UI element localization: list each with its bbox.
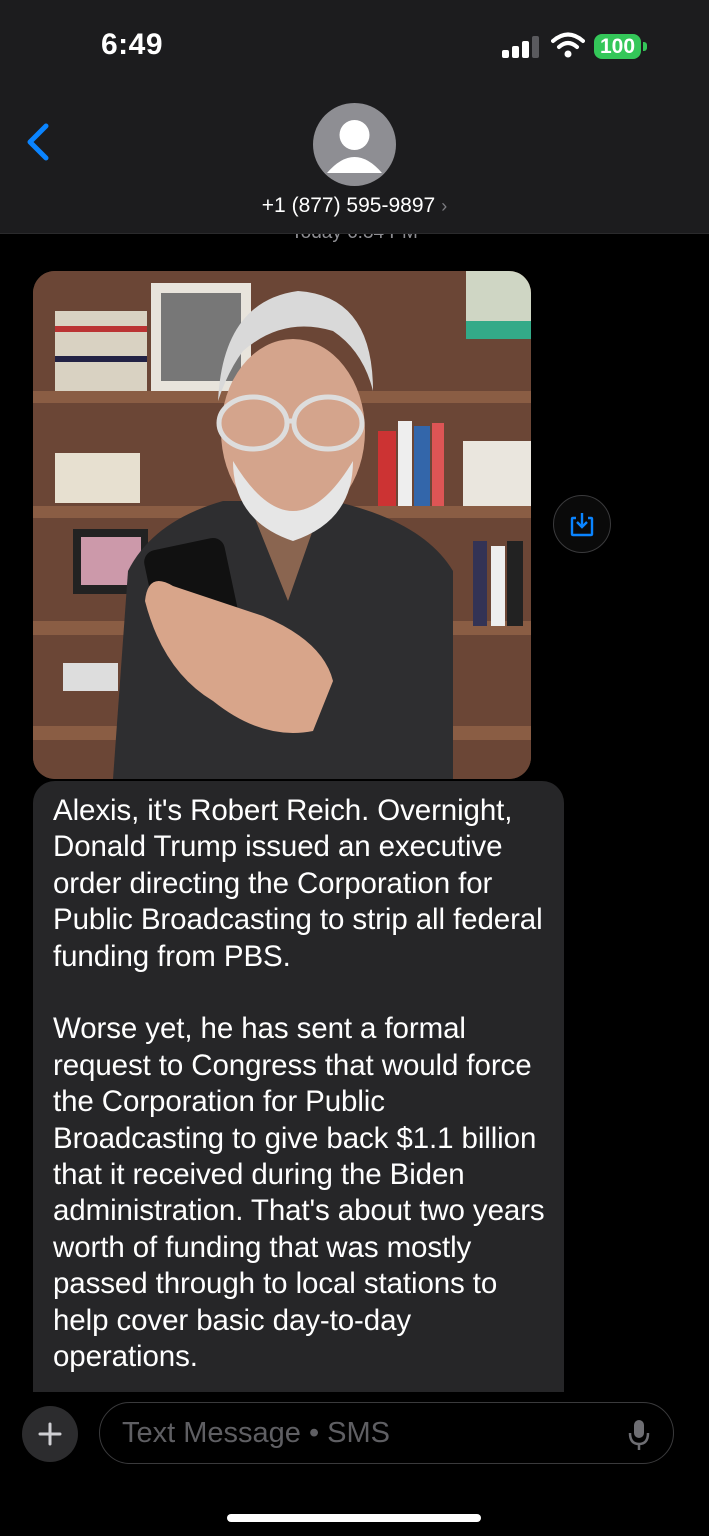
contact-number: +1 (877) 595-9897 xyxy=(261,194,436,217)
message-bubble[interactable]: Alexis, it's Robert Reich. Overnight, Do… xyxy=(33,781,564,1421)
signal-icon xyxy=(502,36,540,58)
contact-avatar-icon[interactable] xyxy=(313,103,396,186)
contact-name[interactable]: +1 (877) 595-9897 › xyxy=(0,194,709,218)
wifi-icon xyxy=(551,32,585,58)
contact-chevron-icon: › xyxy=(441,196,448,216)
message-input[interactable]: Text Message • SMS xyxy=(99,1402,674,1464)
battery-nub xyxy=(643,42,647,51)
back-chevron-icon[interactable] xyxy=(22,120,56,164)
save-image-button[interactable] xyxy=(553,495,611,553)
message-input-placeholder: Text Message • SMS xyxy=(122,1417,391,1449)
photo-image xyxy=(33,271,531,779)
battery-icon: 100 xyxy=(594,34,641,59)
message-text: Alexis, it's Robert Reich. Overnight, Do… xyxy=(53,794,545,1374)
microphone-icon[interactable] xyxy=(628,1419,650,1451)
status-time: 6:49 xyxy=(101,28,164,61)
plus-icon xyxy=(38,1422,62,1446)
message-photo[interactable] xyxy=(33,271,531,779)
conversation-header: 6:49 100 +1 (877) 595-9897 › xyxy=(0,0,709,234)
plus-button[interactable] xyxy=(22,1406,78,1462)
composer-bar: Text Message • SMS xyxy=(0,1392,709,1536)
save-icon xyxy=(570,513,594,537)
home-indicator xyxy=(227,1514,481,1522)
